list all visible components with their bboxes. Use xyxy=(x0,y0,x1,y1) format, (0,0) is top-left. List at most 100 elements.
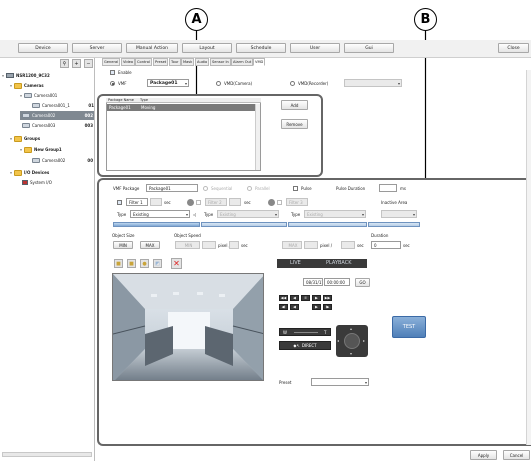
filter2-input[interactable]: Filter 2 xyxy=(205,198,227,206)
type3-select[interactable]: Existing xyxy=(304,210,366,218)
zoom-slider[interactable]: W T xyxy=(279,328,331,336)
play-icon[interactable]: ▶ xyxy=(312,295,321,301)
inactive-area-select[interactable] xyxy=(381,210,417,218)
tree-item-camera003[interactable]: Camera003 003 xyxy=(20,121,94,130)
min-speed-value[interactable] xyxy=(202,241,216,249)
max-size-button[interactable]: MAX xyxy=(140,241,160,249)
tab-preset[interactable]: Preset xyxy=(153,58,169,66)
package-list-scrollbar[interactable] xyxy=(255,104,260,170)
slow-forward-icon[interactable]: ▶ xyxy=(312,304,321,310)
filter3-checkbox[interactable] xyxy=(277,200,282,205)
tree-item-system-io[interactable]: System I/O xyxy=(22,178,52,187)
pulse-duration-input[interactable] xyxy=(379,184,397,192)
remove-icon[interactable]: − xyxy=(84,59,93,68)
date-input[interactable]: 08/31/11 xyxy=(303,278,323,286)
vmd-camera-radio[interactable] xyxy=(216,81,221,86)
slow-back-icon[interactable]: ◀ xyxy=(290,304,299,310)
delete-icon[interactable]: ✕ xyxy=(171,258,182,269)
tree-item-new-group[interactable]: ▿ New Group1 xyxy=(20,145,62,154)
add-button[interactable]: Add xyxy=(281,100,308,110)
package-select[interactable]: Package01 xyxy=(147,79,189,87)
min-speed-sec-input[interactable] xyxy=(229,241,239,249)
gui-button[interactable]: Gui xyxy=(344,43,394,53)
tree-item-camera002[interactable]: Camera002 002 xyxy=(20,111,94,120)
filter2-checkbox[interactable] xyxy=(196,200,201,205)
schedule-button[interactable]: Schedule xyxy=(236,43,286,53)
inactive-area-header[interactable] xyxy=(368,222,420,227)
step-back-icon[interactable]: ◀ xyxy=(290,295,299,301)
direct-button[interactable]: ◆↖ DIRECT xyxy=(279,341,331,350)
tree-search-icon[interactable]: ⚲ xyxy=(60,59,69,68)
draw-polygon-icon[interactable]: ■ xyxy=(127,259,136,268)
draw-line-icon[interactable]: ◩ xyxy=(153,259,162,268)
filter-operator-icon-2[interactable] xyxy=(268,199,275,206)
vmd-recorder-select[interactable] xyxy=(344,79,402,87)
tab-vmd[interactable]: VMD xyxy=(253,58,266,66)
package-list-row[interactable]: Package01 Moving xyxy=(107,104,255,111)
type2-select[interactable]: Existing xyxy=(217,210,279,218)
tab-mask[interactable]: Mask xyxy=(181,58,195,66)
tree-item-groups[interactable]: ▿ Groups xyxy=(10,134,40,143)
remove-button[interactable]: Remove xyxy=(281,119,308,129)
playback-tab[interactable]: PLAYBACK xyxy=(326,260,352,266)
filter2-header[interactable] xyxy=(201,222,287,227)
sequential-radio[interactable] xyxy=(203,186,208,191)
manual-action-button[interactable]: Manual Action xyxy=(126,43,178,53)
vmf-package-input[interactable]: Package01 xyxy=(146,184,198,192)
test-button[interactable]: TEST xyxy=(392,316,426,338)
filter1-checkbox[interactable] xyxy=(117,200,122,205)
next-frame-icon[interactable]: I▶ xyxy=(323,304,332,310)
filter1-input[interactable]: Filter 1 xyxy=(126,198,148,206)
apply-button[interactable]: Apply xyxy=(470,450,497,460)
tree-item-camera001-1[interactable]: Camera001_1 01 xyxy=(32,101,94,110)
tab-general[interactable]: General xyxy=(102,58,121,66)
tab-sensor-in[interactable]: Sensor In xyxy=(210,58,231,66)
parallel-radio[interactable] xyxy=(247,186,252,191)
vmf-radio[interactable] xyxy=(110,81,115,86)
draw-area-icon[interactable]: ● xyxy=(140,259,149,268)
tree-root[interactable]: ▿ NSR1200_9C32 xyxy=(2,71,50,80)
tab-alarm-out[interactable]: Alarm Out xyxy=(231,58,254,66)
settings-vertical-scrollbar[interactable] xyxy=(526,70,531,445)
pause-icon[interactable]: II xyxy=(301,295,310,301)
time-input[interactable]: 00:00:00 xyxy=(324,278,350,286)
enable-checkbox[interactable] xyxy=(110,70,115,75)
filter2-seconds-input[interactable] xyxy=(229,198,241,206)
tree-item-cameras[interactable]: ▿ Cameras xyxy=(10,81,44,90)
preset-select[interactable] xyxy=(311,378,369,386)
add-icon[interactable]: + xyxy=(72,59,81,68)
vmd-recorder-radio[interactable] xyxy=(290,81,295,86)
type1-select[interactable]: Existing xyxy=(130,210,190,218)
filter-operator-icon[interactable] xyxy=(187,199,194,206)
max-speed-value[interactable] xyxy=(304,241,318,249)
max-speed-input[interactable]: MAX xyxy=(282,241,302,249)
live-tab[interactable]: LIVE xyxy=(290,260,301,266)
server-button[interactable]: Server xyxy=(72,43,122,53)
filter1-seconds-input[interactable] xyxy=(150,198,162,206)
ptz-joystick[interactable]: ▴ ▾ ◂ ▸ xyxy=(336,325,368,357)
duration-input[interactable]: 0 xyxy=(371,241,401,249)
filter3-header[interactable] xyxy=(288,222,367,227)
tab-video[interactable]: Video xyxy=(121,58,136,66)
user-button[interactable]: User xyxy=(290,43,340,53)
close-button[interactable]: Close xyxy=(498,43,529,53)
tab-audio[interactable]: Audio xyxy=(195,58,210,66)
rewind-start-icon[interactable]: ◀◀ xyxy=(279,295,288,301)
filter3-input[interactable]: Filter 3 xyxy=(286,198,308,206)
min-size-button[interactable]: MIN xyxy=(113,241,133,249)
tree-item-camera001[interactable]: ▿ Camera001 xyxy=(20,91,57,100)
pulse-checkbox[interactable] xyxy=(293,186,298,191)
tree-item-io-devices[interactable]: ▿ I/O Devices xyxy=(10,168,49,177)
fast-forward-icon[interactable]: ▶▶ xyxy=(323,295,332,301)
tree-horizontal-scrollbar[interactable] xyxy=(2,452,92,457)
go-button[interactable]: GO xyxy=(355,278,370,287)
draw-rect-icon[interactable]: ■ xyxy=(114,259,123,268)
device-button[interactable]: Device xyxy=(18,43,68,53)
tree-item-group-camera002[interactable]: Camera002 00 xyxy=(32,156,94,165)
tab-control[interactable]: Control xyxy=(135,58,152,66)
max-speed-sec-input[interactable] xyxy=(341,241,355,249)
tab-tour[interactable]: Tour xyxy=(169,58,181,66)
min-speed-input[interactable]: MIN xyxy=(175,241,200,249)
camera-preview[interactable] xyxy=(112,273,264,381)
filter1-header[interactable] xyxy=(113,222,200,227)
